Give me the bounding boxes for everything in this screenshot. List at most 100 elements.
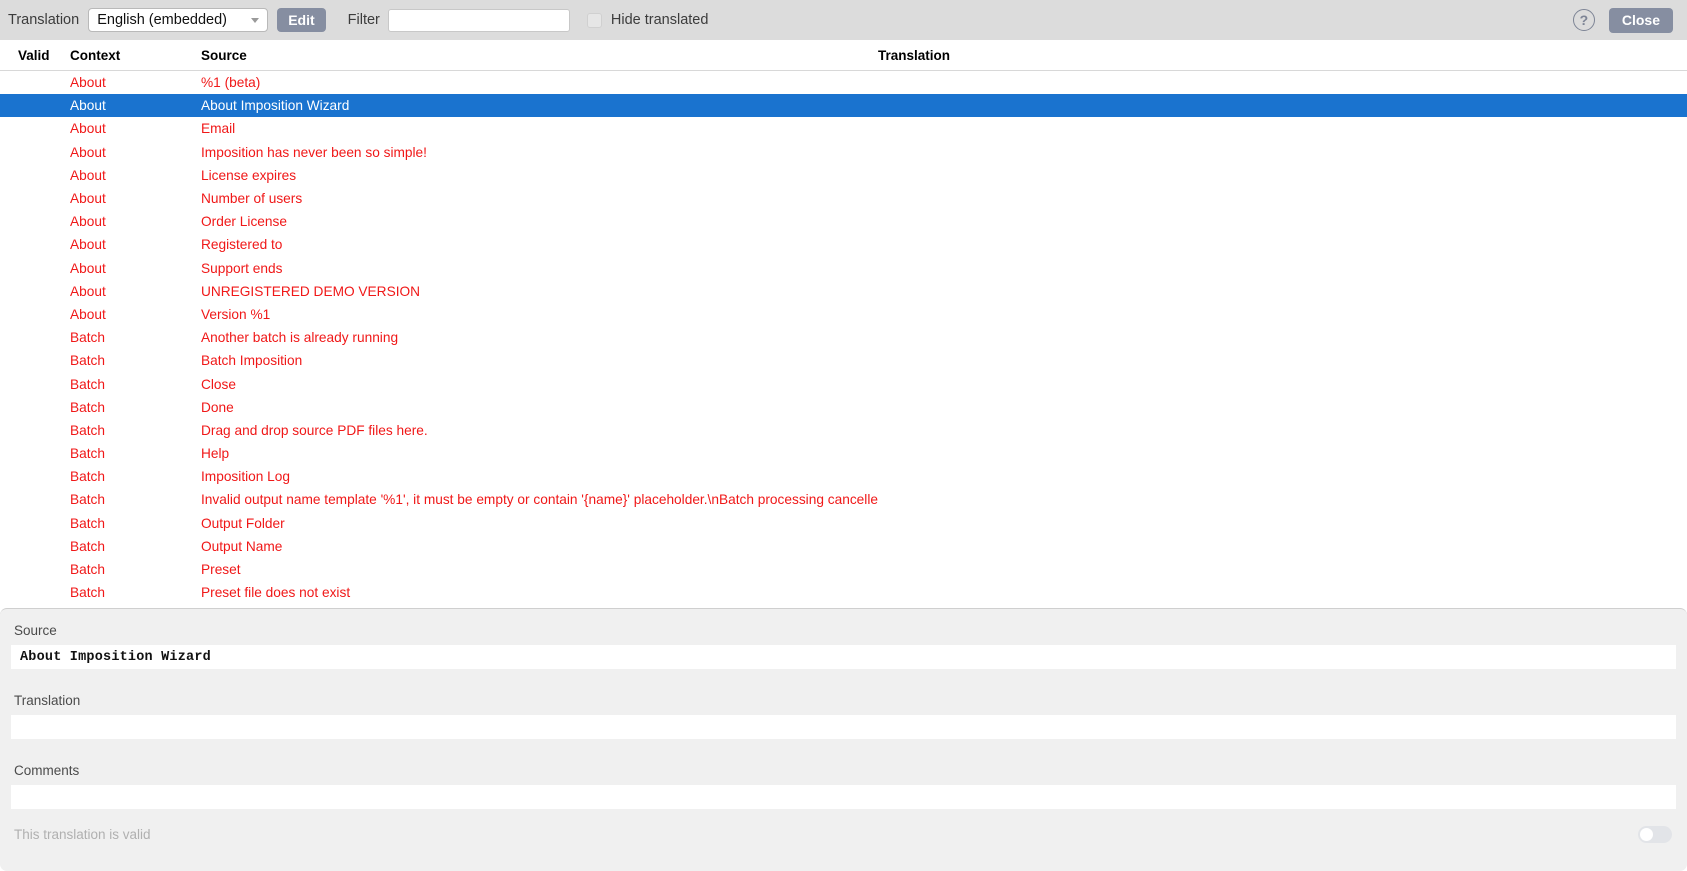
validity-status-text: This translation is valid — [14, 827, 151, 842]
table-row[interactable]: Batch Output Name — [0, 535, 1687, 558]
table-row[interactable]: About About Imposition Wizard — [0, 94, 1687, 118]
cell-source: Invalid output name template '%1', it mu… — [201, 492, 878, 508]
cell-source: Help — [201, 446, 230, 462]
cell-context: Batch — [70, 446, 106, 462]
cell-source: Preset file does not exist — [201, 585, 351, 601]
cell-context: About — [70, 306, 106, 322]
cell-context: Batch — [70, 538, 106, 554]
cell-context: Batch — [70, 330, 106, 346]
table-row[interactable]: About Order License — [0, 210, 1687, 233]
chevron-down-icon — [251, 18, 260, 23]
source-field: About Imposition Wizard — [11, 645, 1676, 669]
cell-source: Registered to — [201, 237, 283, 253]
filter-input[interactable] — [387, 8, 570, 32]
table-row[interactable]: Batch Invalid output name template '%1', … — [0, 488, 1687, 511]
table-row[interactable]: Batch Output Folder — [0, 512, 1687, 535]
cell-context: Batch — [70, 585, 106, 601]
translation-editor-window: Translation English (embedded) Edit Filt… — [0, 0, 1687, 871]
cell-source: Output Folder — [201, 515, 285, 531]
column-header-source[interactable]: Source — [201, 48, 878, 63]
toolbar-right-group: ? Close — [1572, 7, 1673, 33]
table-row[interactable]: About Registered to — [0, 233, 1687, 256]
cell-context: Batch — [70, 353, 106, 369]
table-row[interactable]: About UNREGISTERED DEMO VERSION — [0, 280, 1687, 303]
cell-context: Batch — [70, 562, 106, 578]
entry-editor-panel: Source About Imposition Wizard Translati… — [0, 608, 1687, 871]
table-row[interactable]: About Email — [0, 117, 1687, 140]
hide-translated-checkbox-group[interactable]: Hide translated — [586, 12, 709, 28]
comments-label: Comments — [14, 763, 80, 778]
table-row[interactable]: About Support ends — [0, 257, 1687, 280]
cell-context: Batch — [70, 422, 106, 438]
editor-spacer-1 — [11, 669, 1676, 689]
edit-button[interactable]: Edit — [277, 8, 326, 32]
strings-table: Valid Context Source Translation About %1… — [0, 40, 1687, 608]
table-row[interactable]: Batch Imposition Log — [0, 465, 1687, 488]
column-header-valid[interactable]: Valid — [0, 48, 70, 63]
valid-toggle[interactable] — [1638, 826, 1672, 843]
cell-source: Number of users — [201, 191, 303, 207]
translation-field-label: Translation — [14, 693, 81, 708]
cell-source: Support ends — [201, 260, 283, 276]
table-row[interactable]: Batch Help — [0, 442, 1687, 465]
cell-source: Done — [201, 399, 234, 415]
close-button[interactable]: Close — [1608, 7, 1673, 33]
table-row[interactable]: About Number of users — [0, 187, 1687, 210]
column-header-context[interactable]: Context — [70, 48, 201, 63]
cell-source: About Imposition Wizard — [201, 98, 350, 114]
cell-context: Batch — [70, 515, 106, 531]
translation-label: Translation — [8, 12, 80, 28]
translation-input[interactable] — [11, 715, 1676, 739]
table-row[interactable]: About %1 (beta) — [0, 71, 1687, 94]
cell-source: Email — [201, 121, 236, 137]
help-icon[interactable]: ? — [1572, 9, 1595, 31]
cell-source: Imposition Log — [201, 469, 291, 485]
table-row[interactable]: About Version %1 — [0, 303, 1687, 326]
table-row[interactable]: About License expires — [0, 164, 1687, 187]
column-header-translation[interactable]: Translation — [878, 48, 1687, 63]
cell-context: About — [70, 98, 106, 114]
cell-source: License expires — [201, 167, 297, 183]
cell-source: Output Name — [201, 538, 283, 554]
cell-context: Batch — [70, 492, 106, 508]
cell-source: Batch Imposition — [201, 353, 303, 369]
cell-context: Batch — [70, 376, 106, 392]
table-row[interactable]: Batch Another batch is already running — [0, 326, 1687, 349]
table-row[interactable]: Batch Preset — [0, 558, 1687, 581]
status-row: This translation is valid — [11, 826, 1676, 843]
comments-input[interactable] — [11, 785, 1676, 809]
cell-context: Batch — [70, 399, 106, 415]
table-row[interactable]: Batch Batch Imposition — [0, 349, 1687, 372]
table-row[interactable]: Batch Close — [0, 372, 1687, 395]
cell-source: Imposition has never been so simple! — [201, 144, 427, 160]
table-row[interactable]: Batch Done — [0, 396, 1687, 419]
cell-context: About — [70, 75, 106, 91]
cell-source: Version %1 — [201, 306, 271, 322]
language-select[interactable]: English (embedded) — [88, 8, 269, 32]
cell-source: Close — [201, 376, 236, 392]
toolbar: Translation English (embedded) Edit Filt… — [0, 0, 1687, 40]
hide-translated-checkbox[interactable] — [586, 12, 602, 28]
valid-toggle-knob — [1640, 828, 1653, 841]
cell-source: Preset — [201, 562, 241, 578]
cell-context: About — [70, 237, 106, 253]
cell-context: About — [70, 214, 106, 230]
table-body: About %1 (beta) About About Imposition Wiza… — [0, 71, 1687, 604]
table-row[interactable]: Batch Drag and drop source PDF files here… — [0, 419, 1687, 442]
table-row[interactable]: About Imposition has never been so simple… — [0, 141, 1687, 164]
cell-source: Order License — [201, 214, 287, 230]
table-row[interactable]: Batch Preset file does not exist — [0, 581, 1687, 604]
cell-context: About — [70, 260, 106, 276]
cell-context: About — [70, 167, 106, 183]
table-header-row: Valid Context Source Translation — [0, 40, 1687, 71]
cell-context: About — [70, 191, 106, 207]
language-select-value: English (embedded) — [97, 12, 227, 28]
filter-label: Filter — [347, 12, 380, 28]
cell-source: UNREGISTERED DEMO VERSION — [201, 283, 421, 299]
editor-spacer-2 — [11, 739, 1676, 759]
cell-context: About — [70, 283, 106, 299]
cell-source: Drag and drop source PDF files here. — [201, 422, 428, 438]
cell-context: About — [70, 144, 106, 160]
hide-translated-label: Hide translated — [610, 12, 709, 28]
cell-context: Batch — [70, 469, 106, 485]
